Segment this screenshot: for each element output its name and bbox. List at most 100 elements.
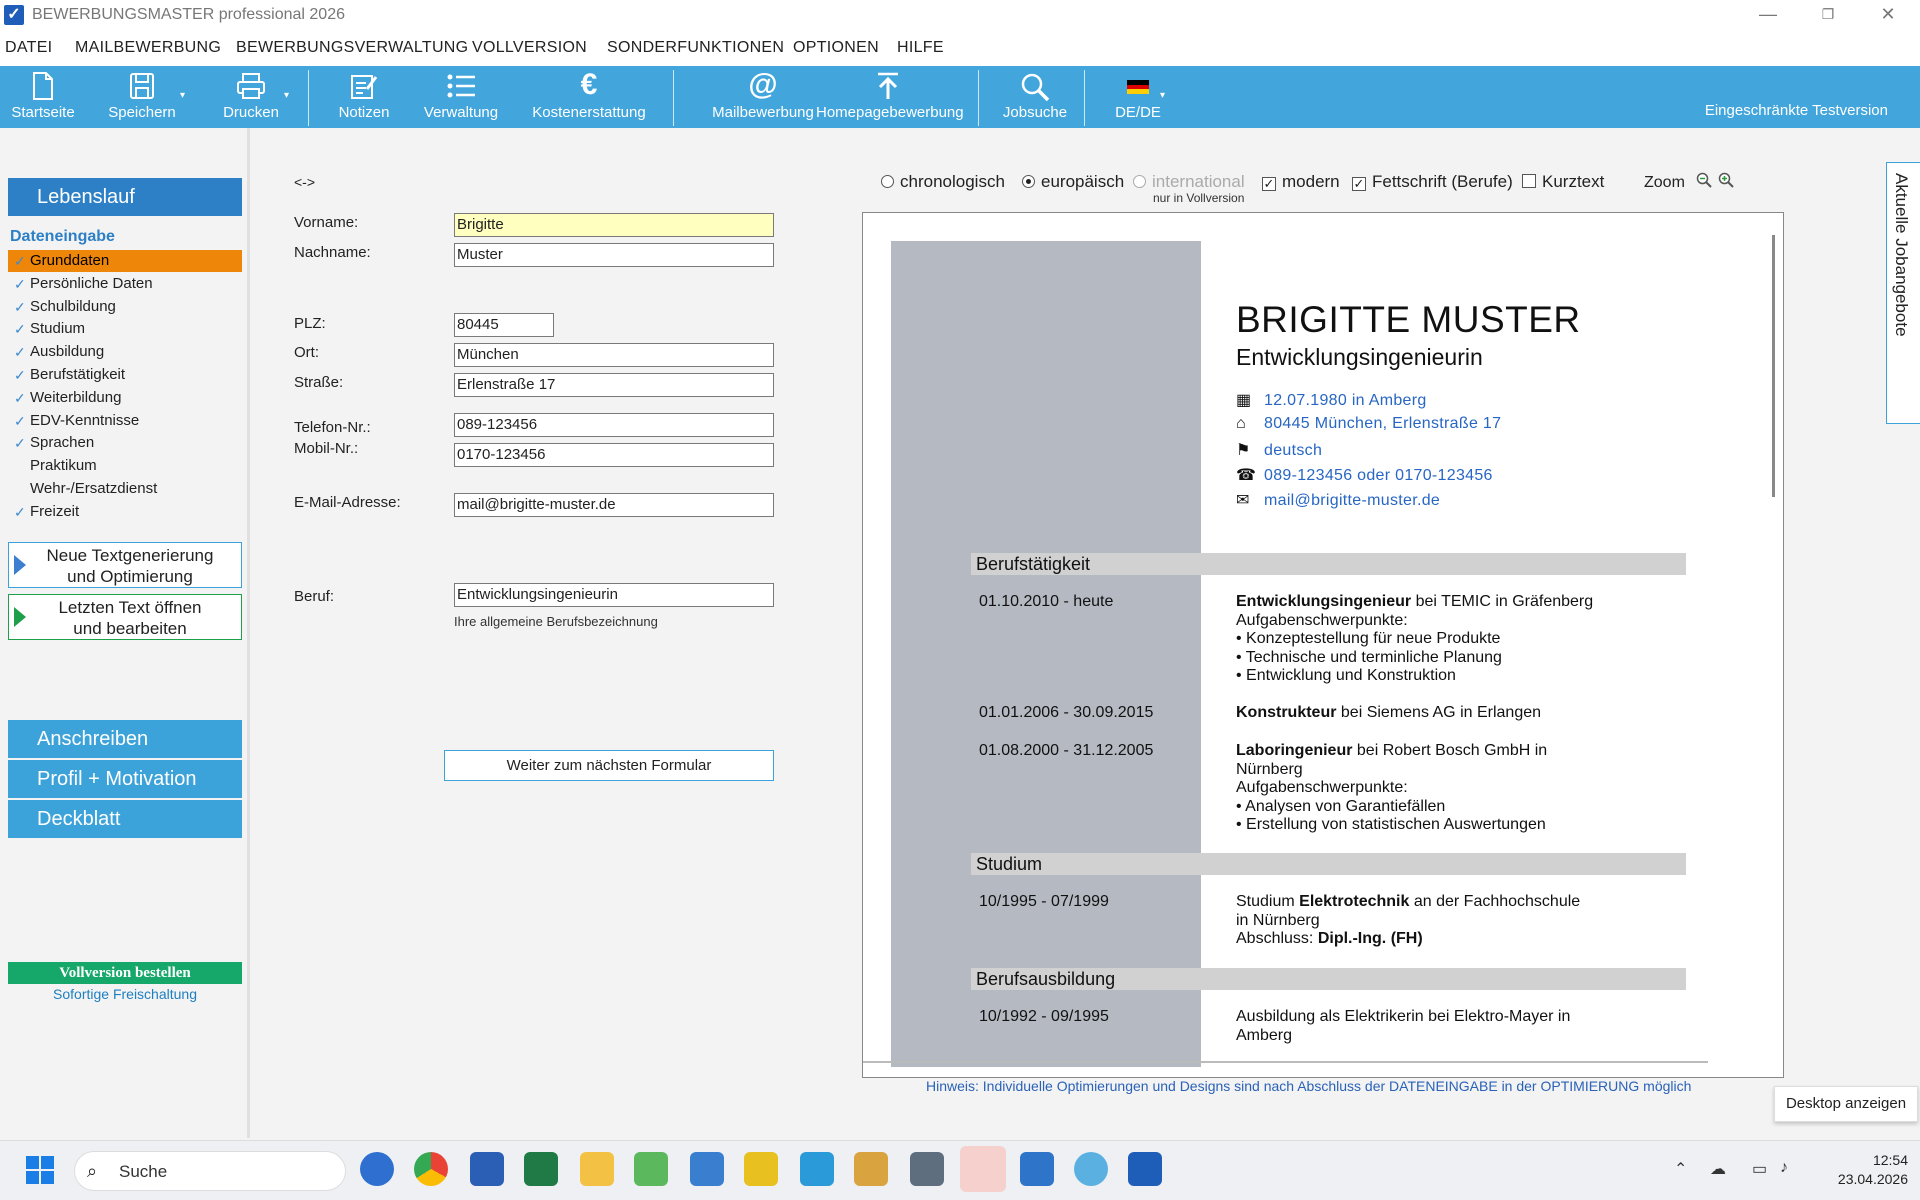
notepad-icon[interactable] bbox=[690, 1152, 724, 1186]
minimize-button[interactable]: — bbox=[1740, 0, 1796, 30]
menu-hilfe[interactable]: HILFE bbox=[897, 39, 944, 57]
ort-field[interactable]: München bbox=[454, 343, 774, 367]
sidebar-item-label: Ausbildung bbox=[30, 343, 105, 361]
sidebar-item-schulbildung[interactable]: ✓ Schulbildung bbox=[8, 296, 242, 318]
menu-optionen[interactable]: OPTIONEN bbox=[793, 39, 879, 57]
notizen-button[interactable]: Notizen bbox=[334, 66, 394, 128]
chevron-down-icon[interactable]: ▾ bbox=[1160, 90, 1165, 101]
menu-vollversion[interactable]: VOLLVERSION bbox=[472, 39, 587, 57]
sidebar-item-wehr-ersatzdienst[interactable]: Wehr-/Ersatzdienst bbox=[8, 478, 242, 500]
zoom-out-icon[interactable] bbox=[1696, 172, 1712, 196]
sidebar-item-praktikum[interactable]: Praktikum bbox=[8, 455, 242, 477]
network-icon[interactable] bbox=[854, 1152, 888, 1186]
mobil-field[interactable]: 0170-123456 bbox=[454, 443, 774, 467]
monitor-icon[interactable]: ▭ bbox=[1752, 1159, 1767, 1179]
plz-field[interactable]: 80445 bbox=[454, 313, 554, 337]
profil-motivation-button[interactable]: Profil + Motivation bbox=[8, 760, 242, 798]
option-europaeisch[interactable]: europäisch bbox=[1022, 172, 1124, 196]
paint-icon[interactable] bbox=[1074, 1152, 1108, 1186]
photos-icon[interactable] bbox=[1020, 1152, 1054, 1186]
store-icon[interactable] bbox=[800, 1152, 834, 1186]
option-chronologisch[interactable]: chronologisch bbox=[881, 172, 1005, 196]
keys-icon[interactable] bbox=[744, 1152, 778, 1186]
anschreiben-button[interactable]: Anschreiben bbox=[8, 720, 242, 758]
speichern-button[interactable]: Speichern ▾ bbox=[106, 66, 185, 128]
cv-preview[interactable]: BRIGITTE MUSTER Entwicklungsingenieurin … bbox=[862, 212, 1784, 1078]
sidebar-item-label: Weiterbildung bbox=[30, 388, 122, 406]
drucken-button[interactable]: Drucken ▾ bbox=[220, 66, 289, 128]
sidebar-item-sprachen[interactable]: ✓ Sprachen bbox=[8, 432, 242, 454]
sidebar-item-pers-nliche-daten[interactable]: ✓ Persönliche Daten bbox=[8, 273, 242, 295]
sidebar-item-studium[interactable]: ✓ Studium bbox=[8, 318, 242, 340]
chrome-icon[interactable] bbox=[414, 1152, 448, 1186]
kostenerstattung-button[interactable]: € Kostenerstattung bbox=[530, 66, 648, 128]
menu-sonderfunktionen[interactable]: SONDERFUNKTIONEN bbox=[607, 39, 784, 57]
nachname-field[interactable]: Muster bbox=[454, 243, 774, 267]
folder-icon[interactable] bbox=[580, 1152, 614, 1186]
house-icon: ⌂ bbox=[1236, 415, 1246, 432]
sidebar-item-freizeit[interactable]: ✓ Freizeit bbox=[8, 501, 242, 523]
cv-phone: ☎ 089-123456 oder 0170-123456 bbox=[1236, 467, 1493, 484]
beruf-field[interactable]: Entwicklungsingenieurin bbox=[454, 583, 774, 607]
startseite-button[interactable]: Startseite bbox=[8, 66, 78, 128]
chevron-down-icon[interactable]: ▾ bbox=[180, 90, 185, 101]
next-form-button[interactable]: Weiter zum nächsten Formular bbox=[444, 750, 774, 781]
job-date: 01.08.2000 - 31.12.2005 bbox=[979, 742, 1154, 759]
sidebar-item-ausbildung[interactable]: ✓ Ausbildung bbox=[8, 341, 242, 363]
bewerbungsmaster-icon[interactable] bbox=[1128, 1152, 1162, 1186]
checkmark-icon: ✓ bbox=[14, 435, 26, 452]
full-version-note: nur in Vollversion bbox=[1153, 191, 1245, 205]
checkmark-icon: ✓ bbox=[14, 344, 26, 361]
recycle-icon[interactable] bbox=[634, 1152, 668, 1186]
telefon-field[interactable]: 089-123456 bbox=[454, 413, 774, 437]
language-button[interactable]: DE/DE ▾ bbox=[1110, 66, 1166, 128]
strasse-field[interactable]: Erlenstraße 17 bbox=[454, 373, 774, 397]
cloud-icon[interactable]: ☁ bbox=[1710, 1159, 1726, 1179]
menu-datei[interactable]: DATEI bbox=[5, 39, 52, 57]
taskbar-clock[interactable]: 12:54 23.04.2026 bbox=[1838, 1151, 1908, 1189]
email-field[interactable]: mail@brigitte-muster.de bbox=[454, 493, 774, 517]
chevron-up-icon[interactable]: ⌃ bbox=[1674, 1159, 1687, 1179]
verwaltung-button[interactable]: Verwaltung bbox=[420, 66, 502, 128]
new-text-generation-button[interactable]: Neue Textgenerierung und Optimierung bbox=[8, 542, 242, 588]
deckblatt-button[interactable]: Deckblatt bbox=[8, 800, 242, 838]
menu-mailbewerbung[interactable]: MAILBEWERBUNG bbox=[75, 39, 221, 57]
calendar-icon: ▦ bbox=[1236, 392, 1252, 409]
menu-bewerbungsverwaltung[interactable]: BEWERBUNGSVERWALTUNG bbox=[236, 39, 468, 57]
mailbewerbung-button[interactable]: @ Mailbewerbung bbox=[698, 66, 828, 128]
option-kurztext[interactable]: Kurztext bbox=[1522, 172, 1604, 196]
taskbar-search[interactable]: ⌕ Suche bbox=[74, 1151, 346, 1191]
instant-activation-link[interactable]: Sofortige Freischaltung bbox=[8, 986, 242, 1002]
excel-icon[interactable] bbox=[524, 1152, 558, 1186]
taskbar: ⌕ Suche ⌃ ☁ ▭ ♪ 12:54 23.04.2026 bbox=[0, 1140, 1920, 1200]
horizontal-scrollbar[interactable] bbox=[863, 1061, 1708, 1063]
calendar-app-icon[interactable] bbox=[960, 1146, 1006, 1192]
swap-arrows[interactable]: <-> bbox=[294, 174, 315, 190]
vertical-scrollbar[interactable] bbox=[1772, 235, 1775, 497]
option-fettschrift[interactable]: ✓ Fettschrift (Berufe) bbox=[1352, 172, 1513, 196]
thunderbird-icon[interactable] bbox=[360, 1152, 394, 1186]
vorname-field[interactable]: Brigitte bbox=[454, 213, 774, 237]
strasse-label: Straße: bbox=[294, 374, 344, 391]
chevron-down-icon[interactable]: ▾ bbox=[284, 90, 289, 101]
volume-icon[interactable]: ♪ bbox=[1780, 1159, 1788, 1177]
job-offers-tab[interactable]: Aktuelle Jobangebote bbox=[1886, 162, 1920, 424]
windows-start-icon[interactable] bbox=[26, 1156, 54, 1189]
option-modern[interactable]: ✓ modern bbox=[1262, 172, 1340, 196]
order-full-version-button[interactable]: Vollversion bestellen bbox=[8, 962, 242, 984]
open-last-text-button[interactable]: Letzten Text öffnen und bearbeiten bbox=[8, 594, 242, 640]
sidebar-item-weiterbildung[interactable]: ✓ Weiterbildung bbox=[8, 387, 242, 409]
maximize-button[interactable]: ❐ bbox=[1800, 0, 1856, 30]
sidebar-item-edv-kenntnisse[interactable]: ✓ EDV-Kenntnisse bbox=[8, 410, 242, 432]
calculator-icon[interactable] bbox=[910, 1152, 944, 1186]
phone-icon: ☎ bbox=[1236, 467, 1257, 484]
sidebar-item-grunddaten[interactable]: ✓ Grunddaten bbox=[8, 250, 242, 272]
word-icon[interactable] bbox=[470, 1152, 504, 1186]
jobsuche-button[interactable]: Jobsuche bbox=[1002, 66, 1068, 128]
section-berufstaetigkeit: Berufstätigkeit bbox=[971, 553, 1686, 575]
lebenslauf-button[interactable]: Lebenslauf bbox=[8, 178, 242, 216]
homepagebewerbung-button[interactable]: Homepagebewerbung bbox=[816, 66, 964, 128]
sidebar-item-berufst-tigkeit[interactable]: ✓ Berufstätigkeit bbox=[8, 364, 242, 386]
zoom-in-icon[interactable] bbox=[1718, 172, 1734, 196]
close-button[interactable]: ✕ bbox=[1860, 0, 1916, 30]
